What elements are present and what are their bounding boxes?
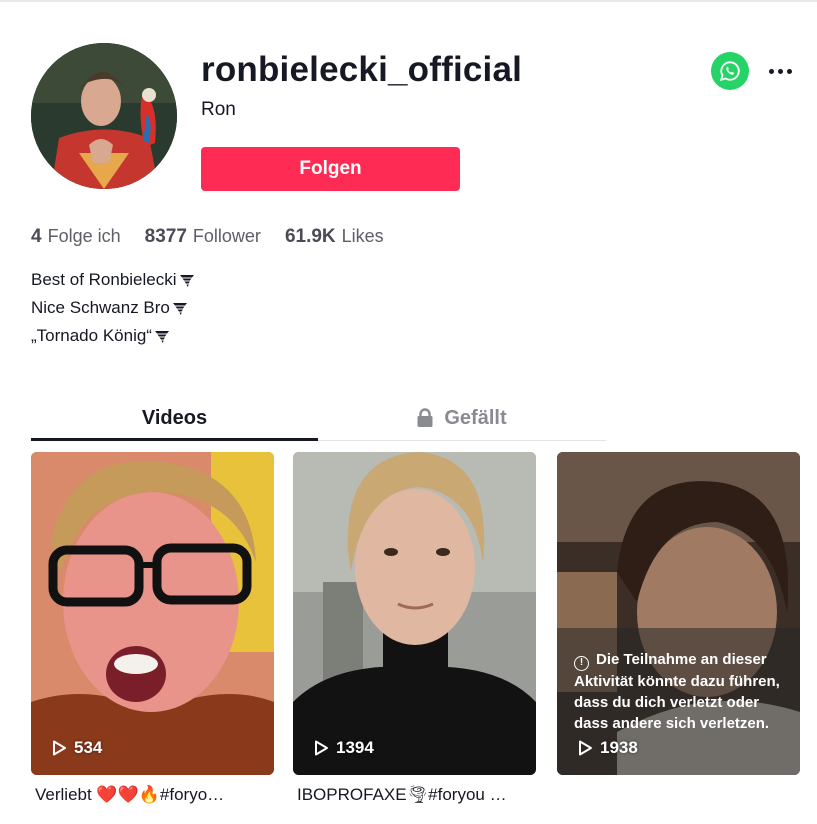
tab-label: Videos — [141, 406, 208, 429]
sensitive-content-warning: ! Die Teilnahme an dieser Aktivität könnt… — [574, 649, 794, 734]
bio-text: „Tornado König“ — [31, 326, 152, 345]
view-count-value: 1394 — [336, 738, 374, 757]
stat-value: 4 — [31, 226, 42, 247]
video-card[interactable]: ! Die Teilnahme an dieser Aktivität könnt… — [557, 452, 800, 775]
bio-text: Best of Ronbielecki — [31, 270, 177, 289]
stat-value: 61.9K — [284, 226, 336, 247]
profile-username: ronbielecki_official — [201, 50, 523, 89]
view-count: 1938 — [576, 738, 638, 758]
stat-label: Likes — [341, 226, 384, 246]
view-count: 534 — [50, 738, 102, 758]
bio-line: Nice Schwanz Bro — [31, 294, 195, 322]
info-icon: ! — [574, 656, 589, 671]
follower-count[interactable]: 8377 Follower — [145, 226, 261, 248]
tab-label: Gefällt — [444, 406, 507, 429]
stat-value: 8377 — [144, 226, 187, 247]
following-count[interactable]: 4 Folge ich — [31, 226, 121, 248]
active-tab-indicator — [31, 438, 318, 441]
tornado-icon — [179, 275, 194, 287]
tornado-icon — [172, 303, 187, 315]
warning-text: Die Teilnahme an dieser Aktivität könnte… — [574, 651, 780, 732]
stat-label: Folge ich — [47, 226, 121, 246]
video-thumbnail — [31, 452, 274, 775]
play-icon — [53, 740, 66, 756]
bio-line: Best of Ronbielecki — [31, 266, 195, 294]
whatsapp-icon[interactable] — [711, 52, 749, 90]
tab-videos[interactable]: Videos — [31, 403, 318, 433]
profile-bio: Best of Ronbielecki Nice Schwanz Bro „To… — [31, 266, 195, 350]
stat-label: Follower — [192, 226, 261, 246]
video-thumbnail — [293, 452, 536, 775]
lock-icon — [417, 408, 433, 427]
tornado-icon — [154, 331, 169, 343]
follow-button[interactable]: Folgen — [201, 147, 460, 191]
more-options-icon[interactable] — [763, 58, 797, 84]
play-icon — [315, 740, 328, 756]
view-count: 1394 — [312, 738, 374, 758]
tab-liked[interactable]: Gefällt — [318, 403, 605, 433]
top-divider — [0, 0, 817, 2]
play-icon — [579, 740, 592, 756]
likes-count: 61.9K Likes — [285, 226, 384, 248]
view-count-value: 534 — [74, 738, 103, 757]
bio-line: „Tornado König“ — [31, 322, 195, 350]
video-caption[interactable]: IBOPROFAXE🌪#foryou … — [297, 785, 540, 805]
video-card[interactable]: 1394 — [293, 452, 536, 775]
profile-nickname: Ron — [201, 99, 236, 120]
view-count-value: 1938 — [600, 738, 638, 757]
profile-stats: 4 Folge ich 8377 Follower 61.9K Likes — [31, 226, 408, 248]
video-caption[interactable]: Verliebt ❤️❤️🔥#foryo… — [35, 785, 278, 805]
video-card[interactable]: 534 — [31, 452, 274, 775]
profile-avatar[interactable] — [31, 43, 177, 189]
bio-text: Nice Schwanz Bro — [31, 298, 170, 317]
